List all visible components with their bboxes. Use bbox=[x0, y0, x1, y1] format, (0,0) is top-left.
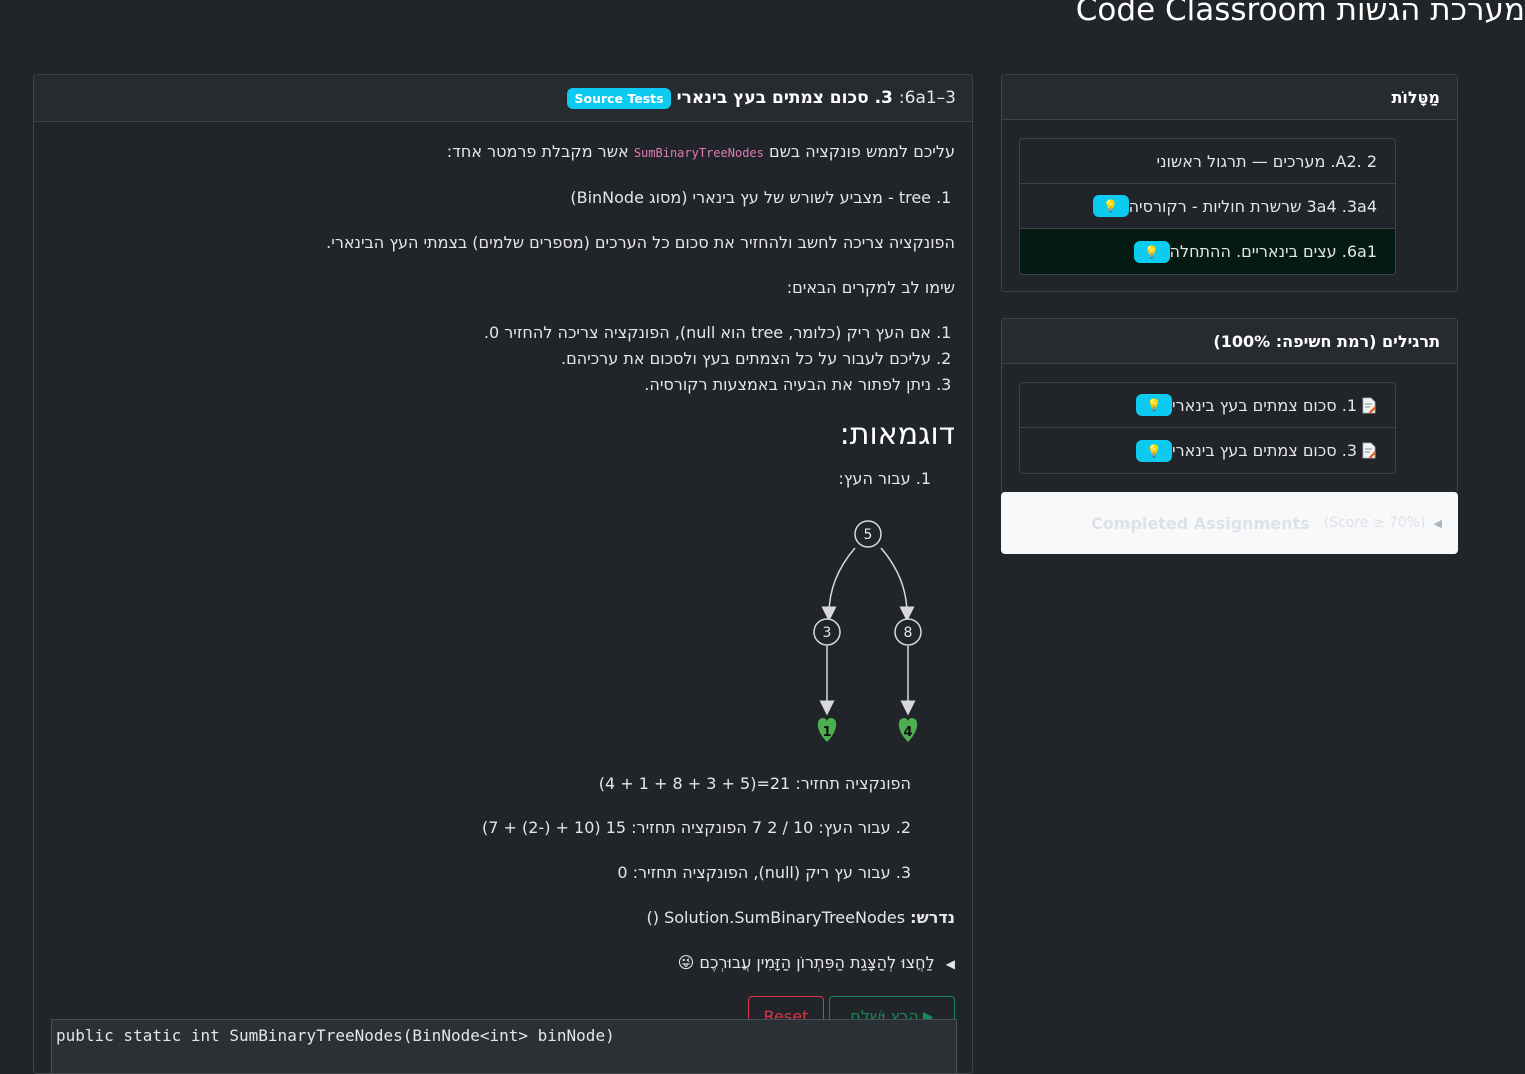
solution-toggle[interactable]: ◀ לַחֲצוּ לְהַצָּגַת הַפִּתְרוֹן הַזָּמִ… bbox=[51, 951, 955, 976]
note-item: עליכם לעבור על כל הצמתים בעץ ולסכום את ע… bbox=[51, 346, 931, 372]
note-item: אם העץ ריק (כלומר, tree הוא null), הפונק… bbox=[51, 320, 931, 346]
code-line: public static int SumBinaryTreeNodes(Bin… bbox=[56, 1026, 615, 1045]
topic-label: 6a1. עצים בינאריים. ההתחלה bbox=[1169, 242, 1377, 261]
svg-text:3: 3 bbox=[823, 625, 832, 641]
lightbulb-icon: 💡 bbox=[1133, 240, 1170, 263]
topic-label: 2 .A2. מערכים — תרגול ראשוני bbox=[1156, 151, 1377, 171]
topics-header: מַטָּלוֹת bbox=[1002, 75, 1457, 120]
tree-node-root: 5 bbox=[854, 519, 882, 548]
examples-continued: הפונקציה תחזיר: 21=(5 + 3 + 8 + 1 + 4) 2… bbox=[51, 772, 955, 886]
wink-emoji-icon: 😜 bbox=[677, 952, 695, 972]
svg-text:5: 5 bbox=[864, 527, 873, 543]
intro-before-text: עליכם לממש פונקציה בשם bbox=[768, 142, 955, 161]
topics-list: 2 .A2. מערכים — תרגול ראשוני 3a4 .3a4 שר… bbox=[1019, 138, 1396, 275]
lightbulb-icon: 💡 bbox=[1092, 195, 1129, 217]
assignment-title: 3. סכום צמתים בעץ בינארי bbox=[676, 88, 893, 108]
topic-item[interactable]: 2 .A2. מערכים — תרגול ראשוני bbox=[1020, 139, 1395, 184]
topic-item-active[interactable]: 6a1. עצים בינאריים. ההתחלה 💡 bbox=[1020, 229, 1395, 274]
tree-leaf-left: 1 bbox=[817, 717, 837, 742]
svg-text:4: 4 bbox=[903, 725, 912, 740]
completed-assignments-toggle[interactable]: ◀ (Score ≥ 70%) Completed Assignments bbox=[1001, 492, 1458, 554]
tree-diagram: 5 3 8 1 4 bbox=[51, 492, 955, 772]
intro-after-text: אשר מקבלת פרמטר אחד: bbox=[446, 142, 629, 161]
notes-title: שימו לב למקרים הבאים: bbox=[786, 277, 955, 297]
topic-label: 3a4 .3a4 שרשרת חוליות - רקורסיה bbox=[1128, 196, 1377, 216]
note-item: ניתן לפתור את הבעיה באמצעות רקורסיה. bbox=[51, 372, 931, 398]
exercise-label: 3. סכום צמתים בעץ בינארי bbox=[1172, 441, 1357, 460]
solution-toggle-label: לַחֲצוּ לְהַצָּגַת הַפִּתְרוֹן הַזָּמִין… bbox=[699, 952, 935, 972]
edge-root-left bbox=[821, 547, 856, 622]
assignment-header: 6a1–3: 3. סכום צמתים בעץ בינארי Source T… bbox=[34, 75, 972, 122]
example1-label: 1. עבור העץ: bbox=[838, 468, 931, 488]
completed-label: Completed Assignments bbox=[1091, 513, 1310, 533]
tree-diagram-svg: 5 3 8 1 4 bbox=[813, 519, 922, 742]
completed-score: (Score ≥ 70%) bbox=[1323, 515, 1426, 531]
exercise-item[interactable]: 3. סכום צמתים בעץ בינארי 💡 bbox=[1020, 428, 1395, 473]
notes-list: אם העץ ריק (כלומר, tree הוא null), הפונק… bbox=[51, 320, 955, 398]
examples-heading: דוגמאות: bbox=[839, 417, 955, 453]
tree-node-left: 3 bbox=[813, 617, 841, 646]
intro-paragraph: עליכם לממש פונקציה בשם SumBinaryTreeNode… bbox=[51, 140, 955, 165]
code-editor[interactable]: public static int SumBinaryTreeNodes(Bin… bbox=[51, 1019, 957, 1073]
assignment-card: 6a1–3: 3. סכום צמתים בעץ בינארי Source T… bbox=[33, 74, 973, 1074]
purpose-paragraph: הפונקציה צריכה לחשב ולהחזיר את סכום כל ה… bbox=[326, 232, 955, 252]
tree-leaf-right: 4 bbox=[898, 717, 918, 742]
svg-text:1: 1 bbox=[822, 725, 831, 740]
lightbulb-icon: 💡 bbox=[1136, 439, 1173, 462]
source-tests-badge[interactable]: Source Tests bbox=[567, 87, 671, 109]
edge-root-right bbox=[880, 547, 915, 622]
required-value: Solution.SumBinaryTreeNodes () bbox=[646, 908, 906, 928]
exercises-header: תרגילים (רמת חשיפה: 100%) bbox=[1002, 319, 1457, 364]
example2-text: 2. עבור העץ: 10 / 2 7 הפונקציה תחזיר: 15… bbox=[481, 818, 911, 838]
svg-text:8: 8 bbox=[904, 625, 913, 641]
topic-item[interactable]: 3a4 .3a4 שרשרת חוליות - רקורסיה 💡 bbox=[1020, 184, 1395, 229]
exercises-card: תרגילים (רמת חשיפה: 100%) 1. סכום צמתים … bbox=[1001, 318, 1458, 494]
exercise-item[interactable]: 1. סכום צמתים בעץ בינארי 💡 bbox=[1020, 383, 1395, 428]
page-title: מערכת הגשות Code Classroom bbox=[1075, 0, 1525, 28]
assignment-id: 6a1–3: bbox=[898, 88, 956, 108]
required-label: נדרש: bbox=[910, 908, 955, 928]
exercises-list: 1. סכום צמתים בעץ בינארי 💡 3. סכום צמתים… bbox=[1019, 382, 1396, 474]
params-list: tree - מצביע לשורש של עץ בינארי (מסוג Bi… bbox=[51, 185, 955, 211]
caret-left-icon: ◀ bbox=[1433, 516, 1442, 530]
example3-text: 3. עבור עץ ריק (null), הפונקציה תחזיר: 0 bbox=[617, 863, 911, 883]
file-edit-icon bbox=[1362, 397, 1377, 413]
caret-left-icon: ◀ bbox=[945, 956, 955, 971]
function-name-code: SumBinaryTreeNodes bbox=[633, 146, 764, 160]
tree-node-right: 8 bbox=[894, 617, 922, 646]
param-item: tree - מצביע לשורש של עץ בינארי (מסוג Bi… bbox=[51, 185, 931, 211]
required-line: נדרש: Solution.SumBinaryTreeNodes () bbox=[51, 906, 956, 931]
file-edit-icon bbox=[1362, 442, 1377, 459]
example1-result: הפונקציה תחזיר: 21=(5 + 3 + 8 + 1 + 4) bbox=[598, 773, 911, 793]
lightbulb-icon: 💡 bbox=[1136, 394, 1173, 416]
assignment-description: עליכם לממש פונקציה בשם SumBinaryTreeNode… bbox=[34, 122, 972, 1038]
topics-card: מַטָּלוֹת 2 .A2. מערכים — תרגול ראשוני 3… bbox=[1001, 74, 1458, 292]
exercise-label: 1. סכום צמתים בעץ בינארי bbox=[1172, 395, 1357, 415]
